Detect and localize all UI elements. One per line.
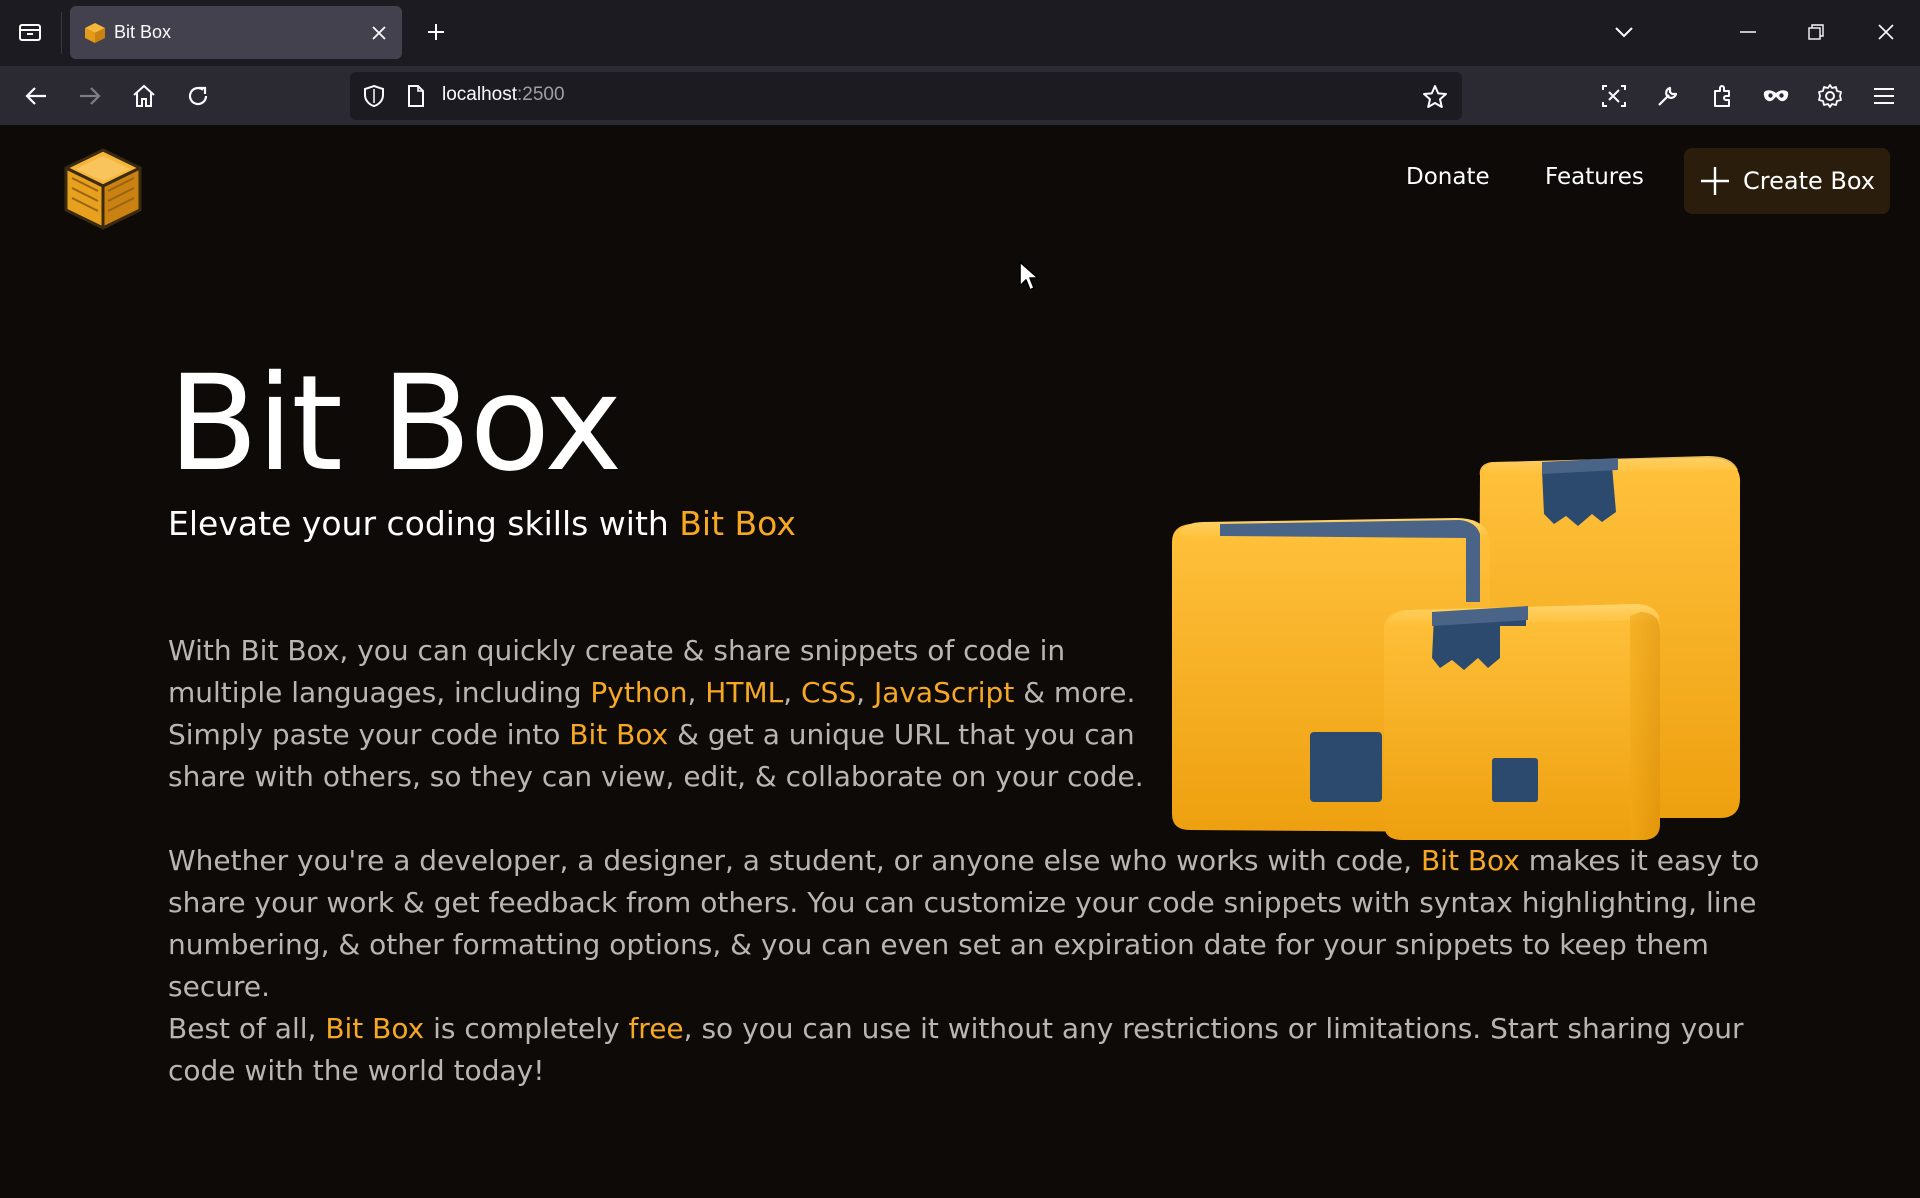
browser-tab-bar: Bit Box — [0, 0, 1920, 66]
intro-sep-1: , — [687, 676, 706, 709]
back-arrow-icon[interactable] — [16, 76, 56, 116]
minimize-icon[interactable] — [1728, 14, 1768, 50]
lang-python: Python — [590, 676, 688, 709]
window-close-icon[interactable] — [1866, 14, 1906, 50]
tab-list-icon[interactable] — [12, 14, 48, 50]
hero-subtitle-brand: Bit Box — [679, 504, 796, 543]
close-icon[interactable] — [366, 20, 392, 46]
intro-brand: Bit Box — [569, 718, 669, 751]
wrench-icon[interactable] — [1648, 76, 1688, 116]
free-text-1: Best of all, — [168, 1012, 326, 1045]
hamburger-menu-icon[interactable] — [1864, 76, 1904, 116]
nav-features-link[interactable]: Features — [1545, 164, 1644, 190]
plus-icon — [1701, 167, 1729, 195]
create-box-button[interactable]: Create Box — [1684, 148, 1890, 214]
chevron-down-icon[interactable] — [1604, 14, 1644, 50]
free-paragraph: Best of all, Bit Box is completely free,… — [168, 1008, 1768, 1092]
lang-html: HTML — [705, 676, 784, 709]
lang-css: CSS — [801, 676, 857, 709]
star-icon[interactable] — [1420, 82, 1450, 112]
extensions-icon[interactable] — [1702, 76, 1742, 116]
reload-icon[interactable] — [178, 76, 218, 116]
home-icon[interactable] — [124, 76, 164, 116]
hero-subtitle: Elevate your coding skills with Bit Box — [168, 504, 796, 543]
free-brand: Bit Box — [325, 1012, 425, 1045]
audience-brand: Bit Box — [1420, 844, 1520, 877]
browser-tab-active[interactable]: Bit Box — [70, 6, 402, 59]
url-bar[interactable]: localhost:2500 — [350, 72, 1462, 120]
url-port: :2500 — [517, 84, 565, 105]
audience-paragraph: Whether you're a developer, a designer, … — [168, 840, 1768, 1008]
tab-divider — [61, 12, 62, 54]
nav-donate-link[interactable]: Donate — [1406, 164, 1490, 190]
create-box-label: Create Box — [1743, 167, 1875, 195]
restore-icon[interactable] — [1796, 14, 1836, 50]
shield-icon[interactable] — [360, 82, 388, 110]
url-host: localhost — [442, 84, 517, 105]
bitbox-logo-icon[interactable] — [60, 146, 146, 232]
browser-toolbar: localhost:2500 — [0, 66, 1920, 126]
boxes-illustration — [1172, 456, 1741, 840]
page-icon[interactable] — [402, 82, 430, 110]
lang-javascript: JavaScript — [873, 676, 1015, 709]
audience-text-1: Whether you're a developer, a designer, … — [168, 844, 1421, 877]
free-highlight: free — [628, 1012, 684, 1045]
hero-title: Bit Box — [168, 347, 622, 501]
intro-sep-3: , — [856, 676, 874, 709]
forward-arrow-icon[interactable] — [70, 76, 110, 116]
free-text-2: is completely — [424, 1012, 629, 1045]
gear-icon[interactable] — [1810, 76, 1850, 116]
bitbox-favicon-icon — [85, 23, 105, 43]
plus-icon[interactable] — [418, 14, 454, 50]
tab-title: Bit Box — [114, 22, 172, 42]
mouse-cursor-icon — [1019, 261, 1039, 291]
page-content: Donate Features Create Box Bit Box Eleva… — [0, 126, 1920, 1198]
intro-sep-2: , — [783, 676, 802, 709]
hero-subtitle-text: Elevate your coding skills with — [168, 504, 680, 543]
private-mask-icon[interactable] — [1756, 76, 1796, 116]
intro-paragraph: With Bit Box, you can quickly create & s… — [168, 630, 1148, 798]
url-text[interactable]: localhost:2500 — [442, 84, 565, 106]
screenshot-icon[interactable] — [1594, 76, 1634, 116]
